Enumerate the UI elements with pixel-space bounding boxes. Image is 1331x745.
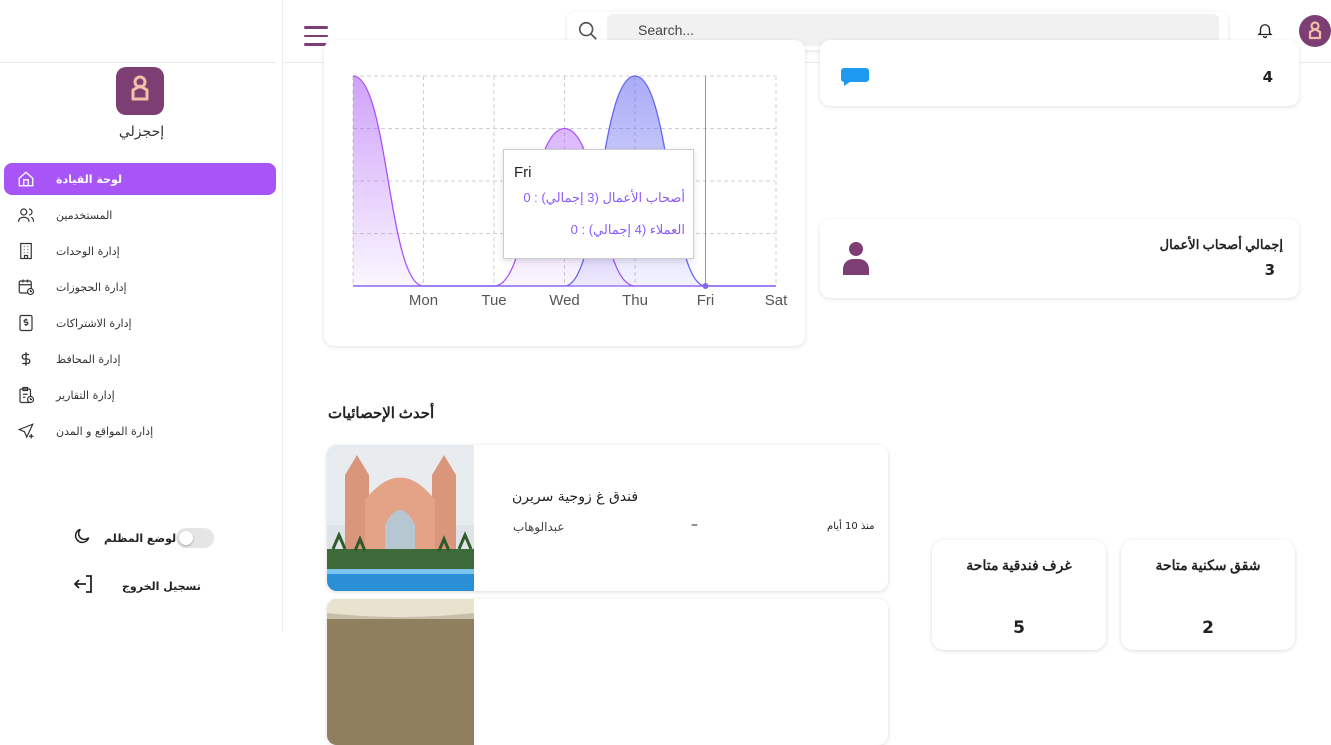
tooltip-title: Fri: [514, 164, 532, 181]
sidebar: إحجزلي لوحة القيادة المستخدمين إدارة الو…: [0, 0, 283, 632]
chart-x-axis: Mon Tue Wed Thu Fri Sat: [353, 285, 788, 309]
app-logo[interactable]: [116, 67, 164, 115]
sidebar-item-bookings[interactable]: إدارة الحجوزات: [4, 271, 276, 303]
x-tick-label: Sat: [765, 292, 788, 309]
section-title: أحدث الإحصائيات: [328, 406, 435, 422]
logout-button[interactable]: تسجيل الخروج: [72, 572, 201, 600]
dark-mode-row: الوضع المظلم: [72, 526, 214, 550]
x-tick-label: Wed: [549, 292, 580, 309]
x-tick-label: Thu: [622, 292, 648, 309]
stat-card-top: 4: [820, 40, 1299, 106]
hotel-time-ago: منذ 10 أيام: [827, 521, 875, 532]
sidebar-item-subscriptions[interactable]: إدارة الاشتراكات: [4, 307, 276, 339]
dark-mode-toggle[interactable]: [175, 528, 214, 548]
stat-label: إجمالي أصحاب الأعمال: [1159, 237, 1283, 252]
hotel-status: –: [691, 517, 698, 533]
logout-icon: [72, 572, 96, 600]
available-rooms-label: غرف فندقية متاحة: [966, 559, 1072, 574]
avatar-icon: [1308, 21, 1322, 40]
sidebar-nav: لوحة القيادة المستخدمين إدارة الوحدات إد…: [4, 163, 276, 451]
send-plus-icon: [16, 421, 36, 441]
menu-line: [304, 26, 328, 29]
hotel-name: فندق غ زوجية سريرن: [512, 489, 639, 505]
sidebar-item-users[interactable]: المستخدمين: [4, 199, 276, 231]
available-apartments-label: شقق سكنية متاحة: [1155, 559, 1261, 574]
sidebar-item-label: إدارة الوحدات: [56, 244, 120, 258]
sidebar-item-label: إدارة الحجوزات: [56, 280, 127, 294]
sidebar-item-label: لوحة القيادة: [56, 172, 123, 186]
sidebar-item-reports[interactable]: إدارة التقارير: [4, 379, 276, 411]
x-tick-label: Fri: [697, 292, 715, 309]
app-name: إحجزلي: [118, 124, 165, 140]
stat-card-business-owners: إجمالي أصحاب الأعمال 3: [820, 219, 1299, 298]
menu-line: [304, 34, 328, 37]
chat-icon: [840, 62, 870, 92]
sidebar-divider: [0, 62, 276, 63]
building-icon: [16, 241, 36, 261]
dollar-icon: [16, 349, 36, 369]
toggle-knob: [178, 531, 193, 545]
users-icon: [16, 205, 36, 225]
menu-toggle-button[interactable]: [304, 26, 328, 46]
dark-mode-label: الوضع المظلم: [104, 531, 180, 545]
sidebar-item-label: المستخدمين: [56, 208, 113, 222]
sidebar-item-locations[interactable]: إدارة المواقع و المدن: [4, 415, 276, 447]
hotel-owner: عبدالوهاب: [513, 520, 565, 534]
available-rooms-value: 5: [1013, 618, 1025, 638]
logo-icon: [131, 75, 149, 101]
sidebar-item-label: إدارة المحافظ: [56, 352, 121, 366]
sidebar-item-units[interactable]: إدارة الوحدات: [4, 235, 276, 267]
sidebar-item-wallets[interactable]: إدارة المحافظ: [4, 343, 276, 375]
unit-thumbnail: [327, 599, 474, 745]
sidebar-item-label: إدارة التقارير: [56, 388, 115, 402]
sidebar-item-label: إدارة الاشتراكات: [56, 316, 132, 330]
tooltip-row-customers: العملاء (4 إجمالي) : 0: [570, 222, 685, 237]
tooltip-row-owners: أصحاب الأعمال (3 إجمالي) : 0: [523, 190, 685, 205]
user-icon: [840, 239, 872, 281]
home-icon: [16, 169, 36, 189]
sidebar-item-dashboard[interactable]: لوحة القيادة: [4, 163, 276, 195]
logout-label: تسجيل الخروج: [122, 579, 201, 593]
list-item[interactable]: فندق غ زوجية سريرن عبدالوهاب – منذ 10 أي…: [327, 445, 888, 591]
moon-icon: [72, 526, 92, 550]
hotel-thumbnail: [327, 445, 474, 591]
avatar[interactable]: [1299, 15, 1331, 47]
clipboard-clock-icon: [16, 385, 36, 405]
available-apartments-value: 2: [1202, 618, 1214, 638]
x-tick-label: Tue: [481, 292, 506, 309]
chart-tooltip: Fri أصحاب الأعمال (3 إجمالي) : 0 العملاء…: [503, 149, 694, 259]
list-item[interactable]: [327, 599, 888, 745]
x-tick-label: Mon: [409, 292, 438, 309]
stat-value: 3: [1264, 261, 1275, 279]
sidebar-item-label: إدارة المواقع و المدن: [56, 424, 154, 438]
receipt-dollar-icon: [16, 313, 36, 333]
stat-value: 4: [1262, 68, 1273, 86]
available-rooms-card: غرف فندقية متاحة 5: [932, 540, 1106, 650]
available-apartments-card: شقق سكنية متاحة 2: [1121, 540, 1295, 650]
calendar-clock-icon: [16, 277, 36, 297]
